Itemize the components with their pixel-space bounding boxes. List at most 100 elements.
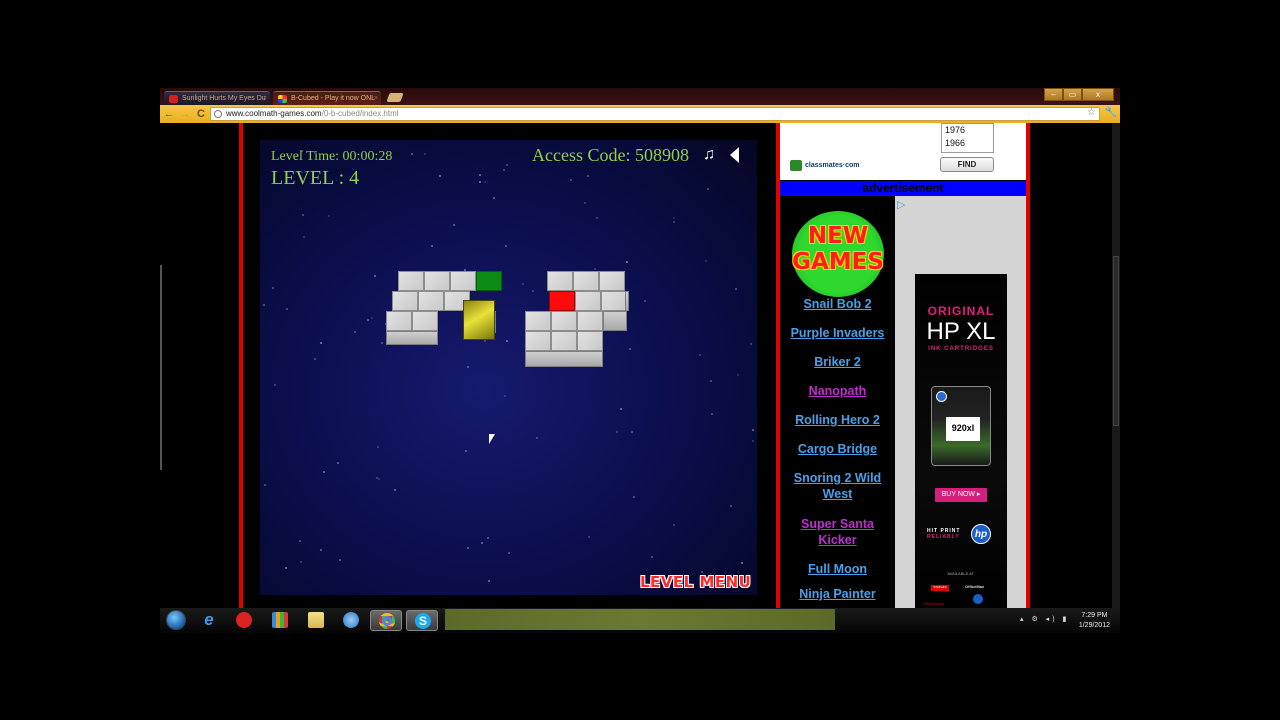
close-tab-icon[interactable]: × [374, 92, 378, 105]
game-link[interactable]: Full Moon [780, 561, 895, 577]
bookmark-star-icon[interactable]: ☆ [1087, 107, 1096, 118]
game-canvas[interactable]: Level Time: 00:00:28 LEVEL : 4 Access Co… [260, 140, 757, 595]
tagline-line: RELIABLY [927, 534, 960, 540]
ad-subtitle: INK CARTRIDGES [928, 346, 994, 352]
start-button[interactable] [162, 610, 194, 631]
game-link[interactable]: Super Santa Kicker [780, 516, 895, 548]
taskbar-app-blue[interactable] [335, 610, 367, 631]
sidebar: 1976 1966 FIND classmates·com advertisem… [780, 123, 1026, 608]
star [751, 428, 754, 431]
taskbar-media-app[interactable] [264, 610, 296, 631]
tile-side [603, 311, 627, 331]
hp-logo-icon [973, 594, 983, 604]
taskbar-file-explorer[interactable] [300, 610, 332, 631]
scrollbar-thumb[interactable] [1113, 256, 1119, 426]
classmates-logo[interactable]: classmates·com [790, 160, 859, 171]
star [736, 374, 739, 377]
star [707, 187, 710, 190]
buy-now-button[interactable]: BUY NOW ▸ [935, 488, 987, 502]
star [263, 303, 266, 306]
music-toggle-icon[interactable]: ♫ [703, 146, 715, 164]
level-menu-button[interactable]: LEVEL MENU [640, 573, 751, 591]
star [299, 561, 302, 564]
floor-tile [551, 311, 577, 331]
game-link[interactable]: Cargo Bridge [780, 441, 895, 457]
floor-tile [412, 311, 438, 331]
globe-icon [214, 110, 222, 118]
game-link[interactable]: Ninja Painter [780, 586, 895, 602]
star [484, 339, 486, 342]
year-option[interactable]: 1966 [945, 137, 993, 150]
floor-tile [577, 311, 603, 331]
game-link[interactable]: Snoring 2 Wild West [780, 470, 895, 502]
star [299, 539, 302, 542]
internet-explorer-icon: e [204, 610, 214, 629]
goal-tile [549, 291, 575, 311]
star [374, 274, 377, 277]
left-scrollbar[interactable] [160, 265, 162, 470]
maximize-button[interactable]: ▭ [1063, 88, 1082, 101]
game-link[interactable]: Snail Bob 2 [780, 296, 895, 312]
star [503, 395, 506, 398]
clock[interactable]: 7:29 PM 1/29/2012 [1079, 611, 1110, 631]
game-link[interactable]: Briker 2 [780, 354, 895, 370]
game-link[interactable]: Nanopath [780, 383, 895, 399]
star [478, 174, 481, 177]
close-tab-icon[interactable]: × [263, 92, 267, 105]
star [586, 174, 589, 177]
taskbar-app-red[interactable] [228, 610, 260, 631]
floor-tile [525, 331, 551, 351]
floor-tile [525, 311, 551, 331]
wrench-menu-icon[interactable]: 🔧 [1105, 107, 1117, 118]
adchoices-icon[interactable]: ▷ [897, 198, 905, 211]
hp-advertisement[interactable]: ▷ ORIGINAL HP XL INK CARTRIDGES 920xl BU… [895, 196, 1026, 608]
page-border-right [1026, 123, 1030, 608]
access-code: Access Code: 508908 [532, 145, 689, 165]
taskbar-skype[interactable]: S [406, 610, 438, 631]
find-button[interactable]: FIND [940, 157, 994, 172]
reload-button[interactable]: C [194, 107, 208, 121]
star [323, 471, 326, 474]
star [672, 523, 675, 526]
tile-side [525, 351, 603, 367]
youtube-icon [169, 95, 178, 103]
page-scrollbar[interactable] [1112, 123, 1120, 608]
star [375, 476, 378, 479]
sound-toggle-icon[interactable] [730, 147, 739, 163]
star [285, 307, 288, 310]
skype-icon: S [415, 613, 431, 629]
star [705, 260, 708, 263]
star [633, 496, 636, 498]
star [752, 439, 755, 442]
game-link[interactable]: Rolling Hero 2 [780, 412, 895, 428]
back-button[interactable]: ← [162, 107, 176, 121]
year-listbox[interactable]: 1976 1966 [941, 123, 994, 153]
star [505, 163, 508, 166]
retailer-staples: STAPLES [931, 585, 949, 591]
address-bar[interactable]: www.coolmath-games.com/0-b-cubed/index.h… [210, 107, 1100, 121]
year-option[interactable]: 1976 [945, 124, 993, 137]
ad-headline: ORIGINAL [927, 304, 995, 318]
star [710, 380, 713, 383]
ink-cartridge-image: 920xl [931, 386, 991, 466]
new-tab-button[interactable] [386, 93, 404, 102]
floor-tile [601, 291, 627, 311]
minimize-button[interactable]: – [1044, 88, 1063, 101]
tray-icons[interactable]: ▴ ⚙ ◂) ▮ [1020, 615, 1069, 623]
star [651, 556, 654, 559]
floor-tile [450, 271, 476, 291]
game-link[interactable]: Purple Invaders [780, 325, 895, 341]
classmates-icon [790, 160, 802, 171]
taskbar-chrome[interactable] [370, 610, 402, 631]
star [480, 541, 483, 544]
tab-b-cubed[interactable]: B-Cubed - Play it now ONL × [273, 91, 381, 105]
star [381, 341, 384, 344]
tab-youtube[interactable]: Sunlight Hurts My Eyes Du × [164, 91, 270, 105]
hp-ad-panel[interactable]: ORIGINAL HP XL INK CARTRIDGES 920xl BUY … [915, 274, 1007, 608]
floor-tile [577, 331, 603, 351]
new-games-title-line: GAMES [792, 249, 884, 275]
forward-button[interactable]: → [178, 107, 192, 121]
star [302, 235, 305, 238]
close-window-button[interactable]: x [1082, 88, 1114, 101]
taskbar-internet-explorer[interactable]: e [193, 610, 225, 631]
